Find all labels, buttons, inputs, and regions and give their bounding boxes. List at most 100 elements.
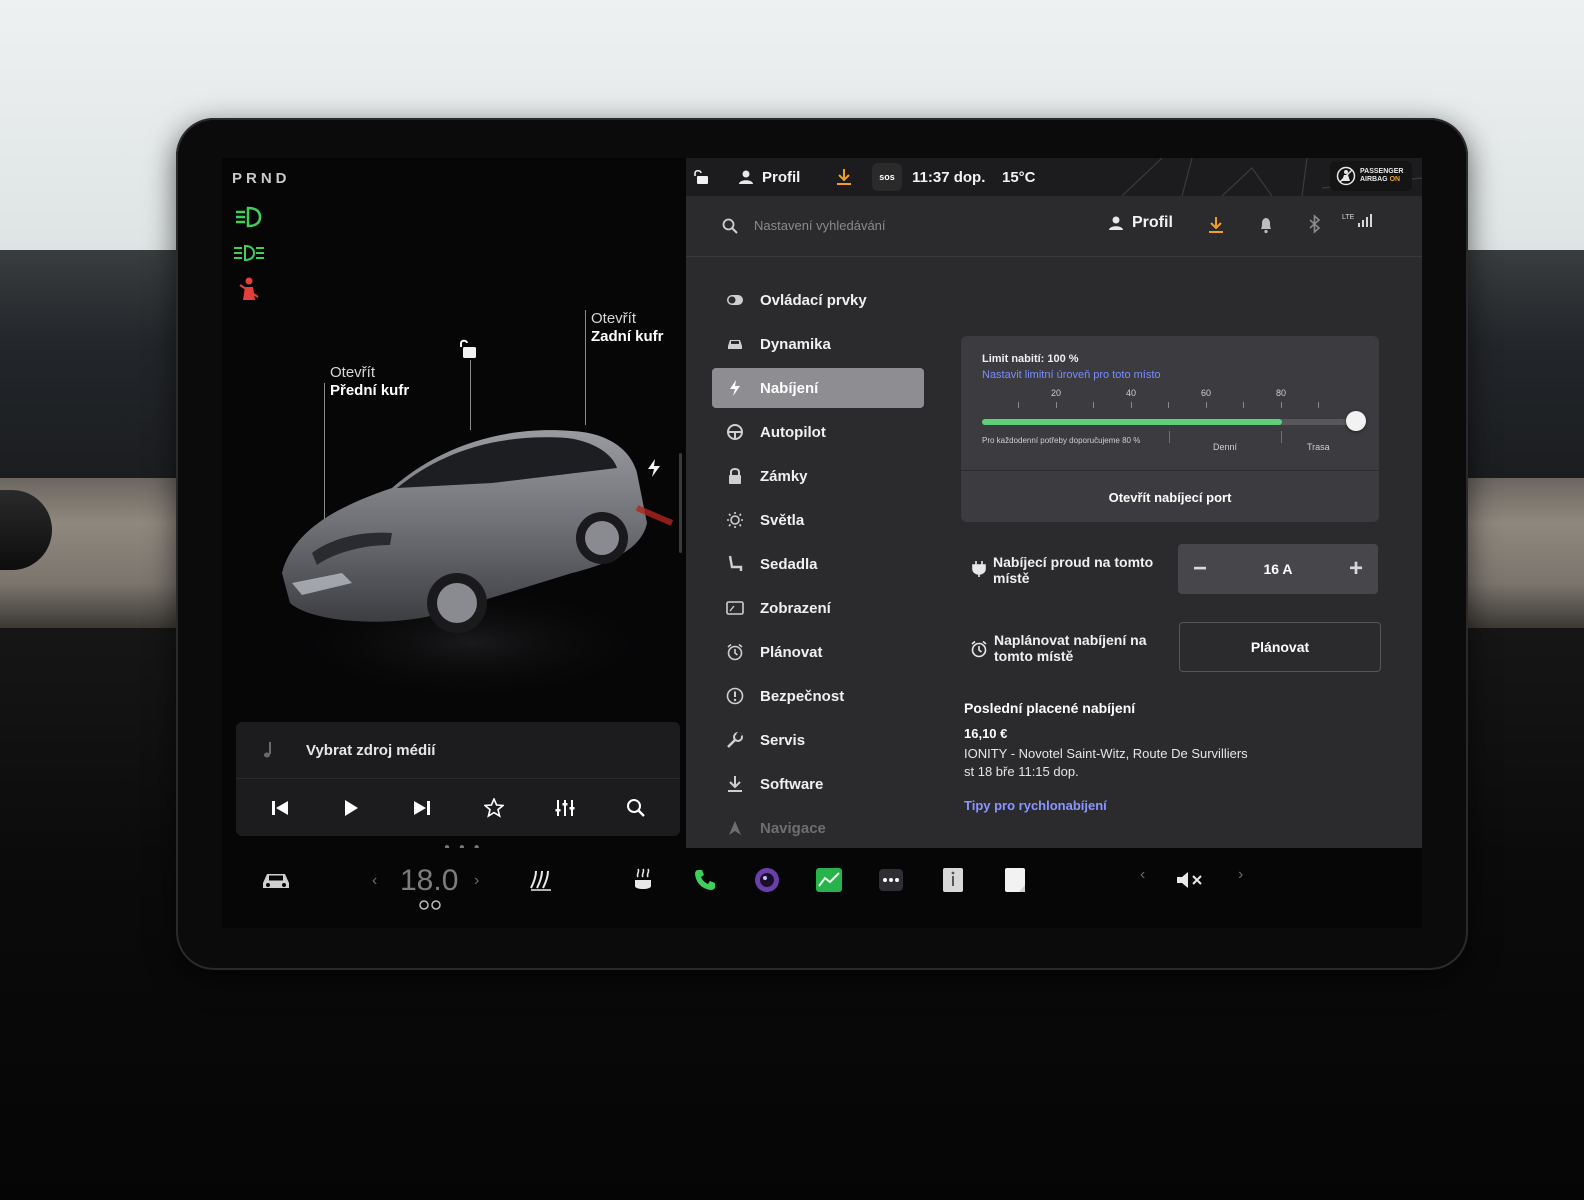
lightning-bolt-icon (730, 380, 740, 396)
menu-item-lights[interactable]: Světla (712, 500, 924, 540)
unlock-status-icon[interactable] (694, 169, 710, 185)
next-track-button[interactable] (402, 788, 442, 828)
set-location-limit-link[interactable]: Nastavit limitní úroveň pro toto místo (982, 369, 1161, 381)
notepad-app-button[interactable] (1000, 860, 1030, 900)
camera-app-button[interactable] (752, 860, 782, 900)
alarm-clock-icon (727, 643, 743, 661)
seat-icon (728, 555, 743, 571)
profile-button[interactable]: Profil (1108, 214, 1173, 232)
media-source-selector[interactable]: Vybrat zdroj médií (236, 722, 680, 779)
airbag-state: ON (1389, 176, 1401, 183)
equalizer-button[interactable] (545, 788, 585, 828)
sos-button[interactable]: sos (872, 163, 902, 191)
unlock-icon[interactable] (458, 338, 480, 360)
menu-item-label: Zobrazení (760, 599, 831, 617)
manual-app-button[interactable] (938, 860, 968, 900)
charge-current-value: 16 A (1263, 561, 1293, 577)
open-frunk-button[interactable]: Otevřít Přední kufr (330, 364, 409, 400)
menu-item-software[interactable]: Software (712, 764, 924, 804)
status-profile[interactable]: Profil (738, 158, 800, 196)
media-search-button[interactable] (616, 788, 656, 828)
play-icon (344, 800, 358, 816)
alert-circle-icon (726, 687, 744, 705)
bell-icon[interactable] (1258, 216, 1274, 234)
menu-item-navigation[interactable]: Navigace (712, 808, 924, 848)
recommendation-text: Pro každodenní potřeby doporučujeme 80 % (982, 436, 1141, 445)
menu-item-label: Servis (760, 731, 806, 749)
menu-item-label: Sedadla (760, 555, 818, 573)
favorite-button[interactable] (474, 788, 514, 828)
temperature-up-chevron-icon[interactable]: › (474, 872, 479, 890)
car-controls-button[interactable] (256, 860, 296, 900)
equalizer-icon (555, 800, 575, 816)
display-icon (726, 601, 744, 615)
bottom-dock: ‹ 18.0 › ‹ › (222, 848, 1422, 928)
gear-indicator: PRND (232, 170, 291, 187)
skip-back-icon (271, 801, 288, 815)
menu-item-controls[interactable]: Ovládací prvky (712, 280, 924, 320)
phone-app-button[interactable] (690, 860, 720, 900)
mute-button[interactable] (1172, 860, 1208, 900)
download-icon (728, 776, 742, 792)
menu-item-safety[interactable]: Bezpečnost (712, 676, 924, 716)
increase-current-button[interactable]: + (1334, 555, 1378, 583)
outside-temperature: 15°C (1002, 168, 1036, 186)
menu-item-display[interactable]: Zobrazení (712, 588, 924, 628)
menu-item-autopilot[interactable]: Autopilot (712, 412, 924, 452)
trunk-label-target: Zadní kufr (591, 328, 664, 345)
more-apps-button[interactable] (876, 860, 906, 900)
previous-track-button[interactable] (260, 788, 300, 828)
volume-down-chevron-icon[interactable]: ‹ (1140, 866, 1145, 884)
trunk-pointer-line (585, 310, 586, 425)
passenger-airbag-indicator: PASSENGER AIRBAG ON (1330, 161, 1412, 191)
headlight-icon (236, 206, 262, 228)
play-button[interactable] (331, 788, 371, 828)
car-icon (728, 340, 742, 349)
charge-limit-slider[interactable] (982, 419, 1357, 425)
seat-heat-sync-icon (419, 900, 441, 910)
seat-heater-button[interactable] (628, 860, 658, 900)
scale-tick (1056, 402, 1057, 408)
car-view-scrollbar[interactable] (679, 453, 682, 553)
charge-current-label: Nabíjecí proud na tomto místě (993, 554, 1154, 586)
menu-item-dynamics[interactable]: Dynamika (712, 324, 924, 364)
supercharging-tips-link[interactable]: Tipy pro rychlonabíjení (964, 798, 1107, 813)
menu-item-label: Dynamika (760, 335, 831, 353)
open-charge-port-button[interactable]: Otevřít nabíjecí port (961, 470, 1379, 523)
charge-limit-slider-handle[interactable] (1346, 411, 1366, 431)
open-trunk-button[interactable]: Otevřít Zadní kufr (591, 310, 664, 346)
star-icon (483, 798, 504, 818)
scale-tick (1243, 402, 1244, 408)
menu-item-service[interactable]: Servis (712, 720, 924, 760)
download-icon[interactable] (1208, 216, 1224, 234)
media-source-label: Vybrat zdroj médií (306, 741, 436, 759)
scale-label: 60 (1200, 388, 1212, 398)
navigation-arrow-icon (729, 821, 741, 835)
touchscreen: PRND Otevřít Přední kufr Otevřít Zadní k… (222, 158, 1422, 848)
menu-item-seats[interactable]: Sedadla (712, 544, 924, 584)
frunk-label-action: Otevřít (330, 364, 376, 381)
bluetooth-icon[interactable] (1308, 214, 1322, 234)
menu-item-charging[interactable]: Nabíjení (712, 368, 924, 408)
menu-item-locks[interactable]: Zámky (712, 456, 924, 496)
media-player: Vybrat zdroj médií (236, 722, 680, 836)
settings-search-input[interactable]: Nastavení vyhledávání (754, 218, 886, 233)
skip-forward-icon (414, 801, 431, 815)
last-paid-date: st 18 bře 11:15 dop. (964, 764, 1079, 779)
notepad-icon (1005, 868, 1025, 892)
menu-item-schedule[interactable]: Plánovat (712, 632, 924, 672)
energy-app-button[interactable] (814, 860, 844, 900)
scale-tick (1131, 402, 1132, 408)
decrease-current-button[interactable]: − (1178, 555, 1222, 583)
download-icon[interactable] (836, 168, 852, 186)
settings-panel: Profil sos 11:37 dop. 15°C PASSENGER AIR… (686, 158, 1422, 848)
scale-tick (1018, 402, 1019, 408)
cabin-temperature[interactable]: 18.0 (400, 864, 458, 898)
rear-defrost-button[interactable] (526, 860, 556, 900)
schedule-button[interactable]: Plánovat (1179, 622, 1381, 672)
zone-trip-label: Trasa (1307, 442, 1330, 452)
menu-item-label: Ovládací prvky (760, 291, 867, 309)
camera-lens-icon (755, 868, 779, 892)
volume-up-chevron-icon[interactable]: › (1238, 866, 1243, 884)
temperature-down-chevron-icon[interactable]: ‹ (372, 872, 377, 890)
